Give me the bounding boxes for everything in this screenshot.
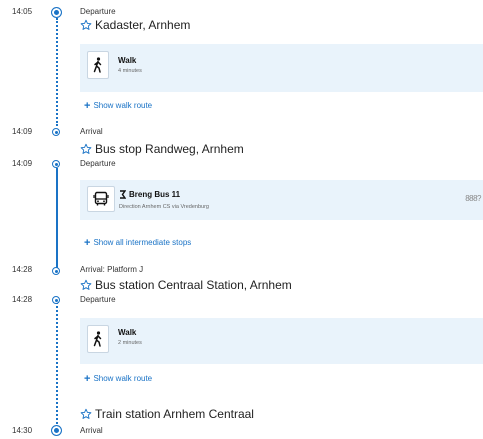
bus-line-title: Breng Bus 11 xyxy=(119,190,180,199)
show-intermediate-stops-link[interactable]: + Show all intermediate stops xyxy=(84,236,192,249)
place-name: Bus station Centraal Station, Arnhem xyxy=(95,278,292,292)
departure-time: 14:05 xyxy=(12,7,33,16)
show-walk-route-link[interactable]: + Show walk route xyxy=(84,372,153,385)
place-name: Train station Arnhem Centraal xyxy=(95,407,254,421)
link-label: Show walk route xyxy=(93,101,153,110)
arrival-time: 14:28 xyxy=(12,265,33,274)
card-subtitle: 2 minutes xyxy=(118,340,142,346)
place-name: Kadaster, Arnhem xyxy=(95,18,191,32)
walk-icon-box xyxy=(87,325,109,353)
plus-icon: + xyxy=(84,372,91,385)
walk-icon-box xyxy=(87,51,109,79)
arrival-time: 14:09 xyxy=(12,127,33,136)
timeline-node-start xyxy=(51,7,62,18)
final-place: Train station Arnhem Centraal xyxy=(80,407,254,421)
walk-card: Walk 4 minutes xyxy=(80,44,483,92)
star-icon[interactable] xyxy=(80,143,92,155)
timeline-node-arrival-2 xyxy=(52,267,60,275)
departure-label: Departure xyxy=(80,7,116,16)
operator-logo-icon xyxy=(120,190,126,199)
plus-icon: + xyxy=(84,236,91,249)
timeline-node-arrival-1 xyxy=(52,128,60,136)
timeline-node-departure-3 xyxy=(52,296,60,304)
walk-card: Walk 2 minutes xyxy=(80,318,483,364)
show-walk-route-link[interactable]: + Show walk route xyxy=(84,99,153,112)
card-title: Breng Bus 11 xyxy=(129,190,181,199)
star-icon[interactable] xyxy=(80,408,92,420)
card-subtitle: Direction Arnhem CS via Vredenburg xyxy=(119,204,209,210)
timeline-walk-line-1 xyxy=(56,18,58,126)
star-icon[interactable] xyxy=(80,19,92,31)
departure-label: Departure xyxy=(80,159,116,168)
arrival-label: Arrival: Platform J xyxy=(80,265,144,274)
timeline-walk-line-2 xyxy=(56,302,58,428)
timeline-node-departure-2 xyxy=(52,160,60,168)
departure-place: Kadaster, Arnhem xyxy=(80,18,190,32)
card-subtitle: 4 minutes xyxy=(118,68,142,74)
link-label: Show walk route xyxy=(93,374,153,383)
plus-icon: + xyxy=(84,99,91,112)
card-title: Walk xyxy=(118,328,137,337)
place-name: Bus stop Randweg, Arnhem xyxy=(95,142,244,156)
final-arrival-label: Arrival xyxy=(80,426,103,435)
card-title: Walk xyxy=(118,56,137,65)
crowd-indicator: 888? xyxy=(465,194,481,203)
arrival-place: Bus station Centraal Station, Arnhem xyxy=(80,278,292,292)
bus-icon-box xyxy=(87,186,115,212)
star-icon[interactable] xyxy=(80,279,92,291)
arrival-place: Bus stop Randweg, Arnhem xyxy=(80,142,244,156)
timeline-bus-line xyxy=(56,168,58,268)
walk-icon xyxy=(93,331,102,347)
walk-icon xyxy=(93,57,102,73)
departure-time: 14:28 xyxy=(12,295,33,304)
timeline-node-end xyxy=(51,425,62,436)
bus-icon xyxy=(93,191,109,206)
departure-time: 14:09 xyxy=(12,159,33,168)
departure-label: Departure xyxy=(80,295,116,304)
final-arrival-time: 14:30 xyxy=(12,426,33,435)
bus-card: Breng Bus 11 Direction Arnhem CS via Vre… xyxy=(80,180,483,220)
arrival-label: Arrival xyxy=(80,127,103,136)
link-label: Show all intermediate stops xyxy=(93,238,192,247)
